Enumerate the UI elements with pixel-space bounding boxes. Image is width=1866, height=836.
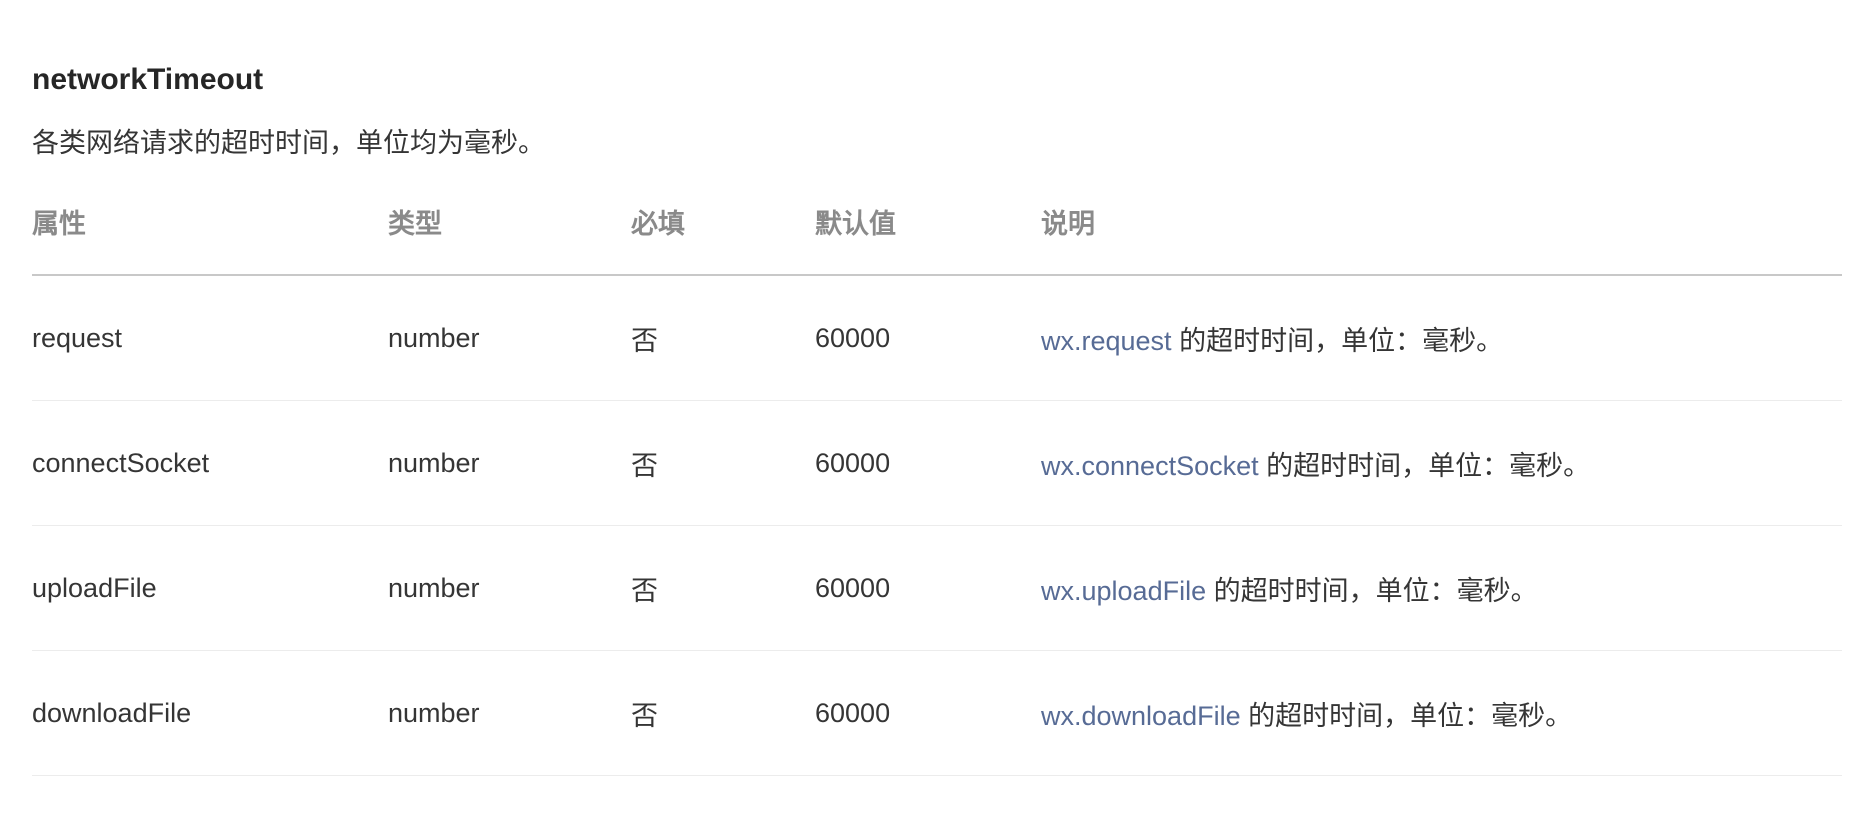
- table-header-row: 属性 类型 必填 默认值 说明: [32, 204, 1842, 276]
- table-row: connectSocket number 否 60000 wx.connectS…: [32, 400, 1842, 526]
- api-link[interactable]: wx.uploadFile: [1041, 576, 1206, 606]
- header-default: 默认值: [815, 204, 1041, 276]
- section-description: 各类网络请求的超时时间，单位均为毫秒。: [32, 128, 545, 158]
- properties-table: 属性 类型 必填 默认值 说明 request number 否 60000 w…: [32, 204, 1842, 776]
- row-name: uploadFile: [32, 525, 388, 651]
- header-required: 必填: [631, 204, 815, 276]
- row-description: wx.connectSocket 的超时时间，单位：毫秒。: [1041, 400, 1842, 526]
- table-row: request number 否 60000 wx.request 的超时时间，…: [32, 275, 1842, 401]
- header-type: 类型: [388, 204, 631, 276]
- header-name: 属性: [32, 204, 388, 276]
- row-default: 60000: [815, 400, 1041, 526]
- row-description: wx.downloadFile 的超时时间，单位：毫秒。: [1041, 650, 1842, 776]
- api-link[interactable]: wx.connectSocket: [1041, 451, 1259, 481]
- row-type: number: [388, 400, 631, 526]
- row-default: 60000: [815, 275, 1041, 401]
- row-default: 60000: [815, 525, 1041, 651]
- row-required: 否: [631, 275, 815, 401]
- section-title: networkTimeout: [32, 63, 264, 96]
- row-required: 否: [631, 525, 815, 651]
- row-required: 否: [631, 400, 815, 526]
- description-text: 的超时时间，单位：毫秒。: [1206, 575, 1538, 606]
- row-type: number: [388, 275, 631, 401]
- row-required: 否: [631, 650, 815, 776]
- row-description: wx.uploadFile 的超时时间，单位：毫秒。: [1041, 525, 1842, 651]
- row-name: request: [32, 275, 388, 401]
- row-default: 60000: [815, 650, 1041, 776]
- row-description: wx.request 的超时时间，单位：毫秒。: [1041, 275, 1842, 401]
- description-text: 的超时时间，单位：毫秒。: [1240, 700, 1573, 731]
- row-name: downloadFile: [32, 650, 388, 776]
- description-text: 的超时时间，单位：毫秒。: [1258, 450, 1591, 481]
- table-row: uploadFile number 否 60000 wx.uploadFile …: [32, 525, 1842, 651]
- table-row: downloadFile number 否 60000 wx.downloadF…: [32, 650, 1842, 776]
- row-name: connectSocket: [32, 400, 388, 526]
- row-type: number: [388, 525, 631, 651]
- header-description: 说明: [1041, 204, 1842, 276]
- description-text: 的超时时间，单位：毫秒。: [1171, 325, 1504, 356]
- row-type: number: [388, 650, 631, 776]
- api-link[interactable]: wx.request: [1041, 326, 1172, 356]
- api-link[interactable]: wx.downloadFile: [1041, 701, 1241, 731]
